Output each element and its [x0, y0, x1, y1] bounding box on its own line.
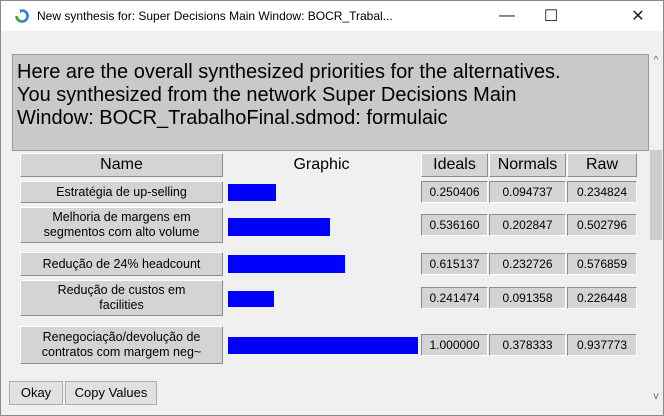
- ideal-value: 0.615137: [421, 253, 488, 275]
- description-line-1: Here are the overall synthesized priorit…: [17, 61, 561, 83]
- table-row: Melhoria de margens em segmentos com alt…: [12, 207, 649, 243]
- alternative-name: Redução de custos em facilities: [20, 280, 223, 316]
- maximize-icon: ☐: [543, 8, 559, 25]
- ideal-value: 0.536160: [421, 214, 488, 236]
- close-button[interactable]: ✕: [615, 1, 661, 31]
- normal-value: 0.232726: [489, 253, 566, 275]
- table-row: Renegociação/devolução de contratos com …: [12, 326, 649, 364]
- alternative-name: Melhoria de margens em segmentos com alt…: [20, 207, 223, 243]
- column-header-graphic: Graphic: [293, 156, 350, 173]
- raw-value: 0.234824: [567, 181, 637, 203]
- scroll-up-icon[interactable]: ^: [649, 54, 663, 68]
- table-row: Estratégia de up-selling 0.250406 0.0947…: [12, 181, 649, 203]
- ideal-value: 0.250406: [421, 181, 488, 203]
- normal-value: 0.091358: [489, 287, 566, 309]
- normal-value: 0.202847: [489, 214, 566, 236]
- raw-value: 0.226448: [567, 287, 637, 309]
- normal-value: 0.094737: [489, 181, 566, 203]
- scroll-down-icon[interactable]: v: [649, 390, 663, 404]
- column-header-ideals: Ideals: [421, 153, 488, 177]
- ideal-bar: [228, 255, 345, 273]
- title-bar[interactable]: New synthesis for: Super Decisions Main …: [1, 1, 663, 31]
- ideal-bar: [228, 184, 276, 201]
- window-title: New synthesis for: Super Decisions Main …: [37, 9, 393, 23]
- vertical-scrollbar[interactable]: ^ v: [649, 54, 663, 409]
- raw-value: 0.502796: [567, 214, 637, 236]
- okay-button[interactable]: Okay: [9, 381, 63, 405]
- synthesis-description: Here are the overall synthesized priorit…: [12, 54, 649, 151]
- alternative-name: Estratégia de up-selling: [20, 181, 223, 203]
- minimize-icon: —: [499, 7, 515, 24]
- ideal-bar: [228, 291, 274, 307]
- minimize-button[interactable]: —: [485, 1, 529, 31]
- synthesis-window: New synthesis for: Super Decisions Main …: [0, 0, 664, 416]
- close-icon: ✕: [631, 8, 645, 25]
- ideal-bar: [228, 337, 418, 354]
- column-header-name: Name: [20, 153, 223, 177]
- column-header-raw: Raw: [567, 153, 637, 177]
- ideal-value: 1.000000: [421, 334, 488, 356]
- alternative-name: Redução de 24% headcount: [20, 252, 223, 276]
- description-line-3: Window: BOCR_TrabalhoFinal.sdmod: formul…: [17, 107, 448, 129]
- table-row: Redução de custos em facilities 0.241474…: [12, 280, 649, 316]
- column-header-normals: Normals: [489, 153, 566, 177]
- synthesis-content: Here are the overall synthesized priorit…: [12, 54, 649, 409]
- ideal-bar: [228, 218, 330, 236]
- maximize-button[interactable]: ☐: [529, 1, 573, 31]
- ideal-value: 0.241474: [421, 287, 488, 309]
- refresh-app-icon: [15, 9, 29, 23]
- raw-value: 0.937773: [567, 334, 637, 356]
- scroll-thumb[interactable]: [650, 150, 662, 240]
- description-line-2: You synthesized from the network Super D…: [17, 84, 517, 106]
- raw-value: 0.576859: [567, 253, 637, 275]
- alternative-name: Renegociação/devolução de contratos com …: [20, 326, 223, 364]
- normal-value: 0.378333: [489, 334, 566, 356]
- copy-values-button[interactable]: Copy Values: [65, 381, 157, 405]
- table-row: Redução de 24% headcount 0.615137 0.2327…: [12, 252, 649, 276]
